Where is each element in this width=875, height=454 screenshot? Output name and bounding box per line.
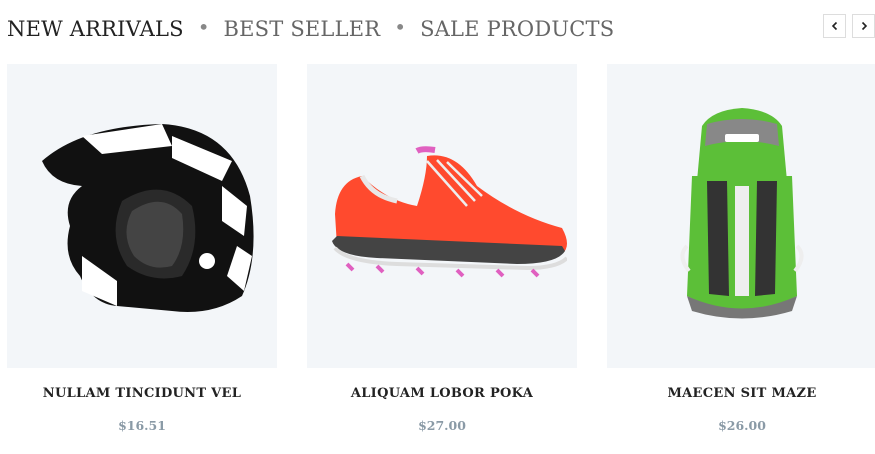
shoe-image bbox=[332, 146, 567, 278]
tab-separator: • bbox=[197, 15, 210, 39]
chevron-left-icon bbox=[831, 21, 837, 31]
product-carousel: NULLAM TINCIDUNT VEL $16.51 ALIQUAM LOBO… bbox=[7, 64, 875, 433]
tab-best-seller[interactable]: BEST SELLER bbox=[223, 17, 380, 41]
product-image[interactable] bbox=[7, 64, 277, 368]
product-card: NULLAM TINCIDUNT VEL $16.51 bbox=[7, 64, 277, 433]
product-price: $26.00 bbox=[718, 418, 766, 433]
carousel-next-button[interactable] bbox=[852, 14, 875, 38]
tab-separator: • bbox=[394, 15, 407, 39]
carousel-prev-button[interactable] bbox=[823, 14, 846, 38]
product-image[interactable] bbox=[307, 64, 577, 368]
product-image[interactable] bbox=[607, 64, 875, 368]
product-tabs: NEW ARRIVALS • BEST SELLER • SALE PRODUC… bbox=[7, 14, 614, 44]
backpack-image bbox=[680, 108, 804, 319]
tab-new-arrivals[interactable]: NEW ARRIVALS bbox=[7, 17, 184, 41]
product-name[interactable]: MAECEN SIT MAZE bbox=[607, 386, 875, 401]
product-price: $27.00 bbox=[418, 418, 466, 433]
product-card: ALIQUAM LOBOR POKA $27.00 bbox=[307, 64, 577, 433]
product-name[interactable]: ALIQUAM LOBOR POKA bbox=[307, 386, 577, 401]
carousel-nav bbox=[823, 14, 875, 38]
product-price: $16.51 bbox=[118, 418, 166, 433]
product-card: MAECEN SIT MAZE $26.00 bbox=[607, 64, 875, 433]
chevron-right-icon bbox=[861, 21, 867, 31]
tab-sale-products[interactable]: SALE PRODUCTS bbox=[420, 17, 614, 41]
product-name[interactable]: NULLAM TINCIDUNT VEL bbox=[7, 386, 277, 401]
helmet-image bbox=[42, 124, 254, 312]
